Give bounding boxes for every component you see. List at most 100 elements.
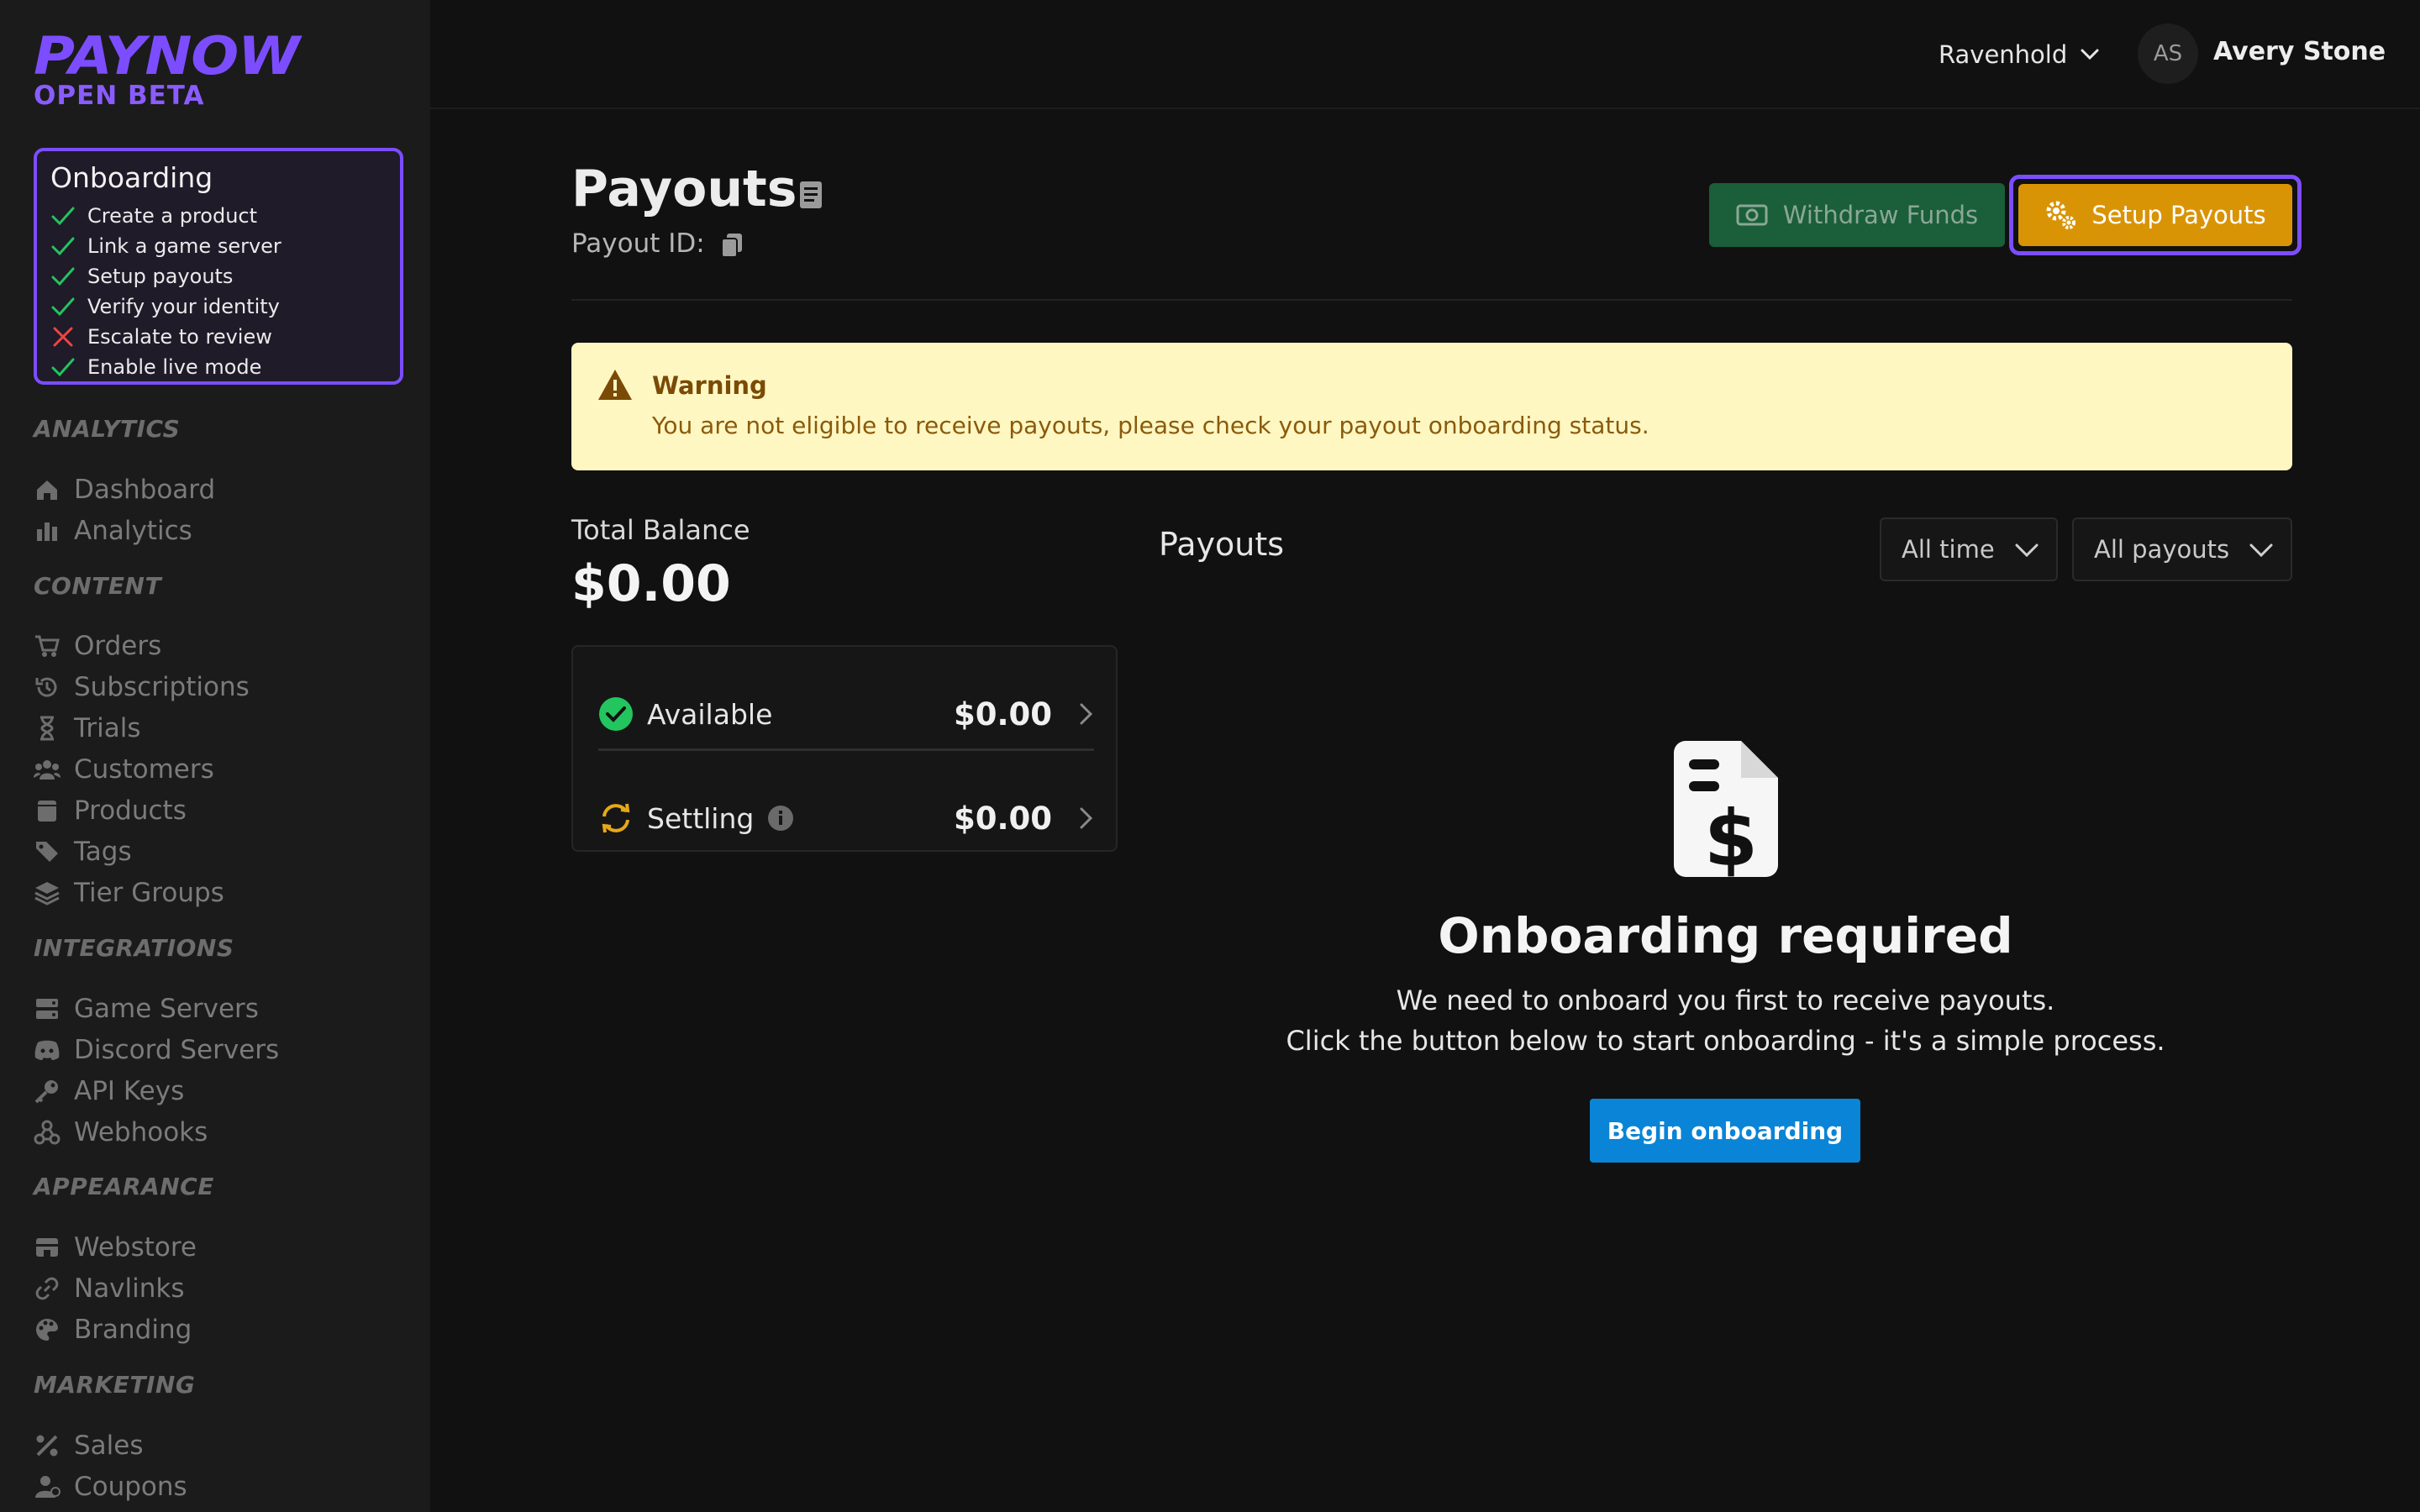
warning-message: You are not eligible to receive payouts,…: [652, 412, 1649, 439]
empty-state-line-1: We need to onboard you first to receive …: [1396, 984, 2055, 1016]
onboarding-title: Onboarding: [50, 161, 213, 194]
header-divider: [571, 299, 2292, 301]
begin-onboarding-button[interactable]: Begin onboarding: [1590, 1099, 1860, 1163]
check-icon: [51, 297, 75, 317]
sidebar-item-label: Coupons: [74, 1472, 187, 1502]
top-bar: Ravenhold AS Avery Stone: [430, 0, 2420, 109]
sidebar-item-sales[interactable]: Sales: [34, 1426, 144, 1465]
nav-section-title: INTEGRATIONS: [34, 934, 234, 962]
tags-icon: [36, 842, 58, 862]
navlinks-icon: [35, 1277, 59, 1300]
dashboard-icon: [37, 480, 57, 500]
sidebar-item-customers[interactable]: Customers: [34, 750, 214, 789]
onboarding-item[interactable]: Escalate to review: [50, 322, 387, 352]
sidebar: PAYNOW OPEN BETA Onboarding Create a pro…: [0, 0, 430, 1512]
sidebar-item-orders[interactable]: Orders: [34, 627, 161, 665]
total-balance-value: $0.00: [571, 554, 731, 613]
sidebar-item-navlinks[interactable]: Navlinks: [34, 1269, 185, 1308]
check-circle-icon: [599, 697, 633, 731]
invoice-dollar-icon: $: [1674, 741, 1778, 879]
check-icon: [51, 207, 75, 226]
gears-icon: [2046, 201, 2076, 229]
brand-tag: OPEN BETA: [34, 81, 205, 111]
trials-icon: [40, 716, 54, 741]
settling-row[interactable]: Settling $0.00: [598, 785, 1094, 852]
sidebar-item-label: Subscriptions: [74, 672, 250, 702]
payouts-heading: Payouts: [1159, 526, 1285, 563]
money-icon: [1736, 204, 1768, 226]
payout-type-filter-value: All payouts: [2094, 535, 2230, 564]
check-icon: [51, 237, 75, 256]
onboarding-item[interactable]: Link a game server: [50, 231, 387, 261]
avatar[interactable]: AS: [2138, 24, 2198, 84]
time-filter-value: All time: [1902, 535, 1995, 564]
sales-icon: [36, 1435, 58, 1457]
sidebar-item-game-servers[interactable]: Game Servers: [34, 990, 259, 1028]
store-name: Ravenhold: [1939, 40, 2068, 69]
discord-servers-icon: [34, 1040, 60, 1060]
onboarding-item[interactable]: Setup payouts: [50, 261, 387, 291]
onboarding-item-label: Enable live mode: [87, 355, 262, 379]
setup-payouts-button[interactable]: Setup Payouts: [2018, 184, 2292, 246]
webstore-icon: [36, 1238, 58, 1257]
onboarding-item-label: Link a game server: [87, 234, 281, 258]
sidebar-item-webstore[interactable]: Webstore: [34, 1228, 197, 1267]
payout-type-filter-select[interactable]: All payouts: [2072, 517, 2292, 581]
empty-state-title: Onboarding required: [1438, 907, 2013, 964]
warning-triangle-icon: [598, 370, 632, 400]
payout-id-label: Payout ID:: [571, 228, 705, 259]
sidebar-item-discord-servers[interactable]: Discord Servers: [34, 1031, 279, 1069]
brand-logo[interactable]: PAYNOW: [34, 25, 300, 87]
available-row[interactable]: Available $0.00: [598, 680, 1094, 748]
sidebar-item-subscriptions[interactable]: Subscriptions: [34, 668, 250, 706]
sidebar-item-label: Navlinks: [74, 1273, 185, 1304]
setup-payouts-label: Setup Payouts: [2091, 201, 2266, 229]
tier-groups-icon: [34, 882, 60, 906]
book-icon[interactable]: [798, 180, 825, 210]
info-icon[interactable]: [767, 805, 794, 832]
sidebar-item-coupons[interactable]: Coupons: [34, 1467, 187, 1506]
onboarding-item[interactable]: Verify your identity: [50, 291, 387, 322]
svg-text:$: $: [1704, 794, 1758, 879]
sidebar-item-branding[interactable]: Branding: [34, 1310, 192, 1349]
onboarding-item-label: Escalate to review: [87, 325, 272, 349]
time-filter-select[interactable]: All time: [1880, 517, 2058, 581]
user-name[interactable]: Avery Stone: [2213, 37, 2386, 66]
sidebar-item-webhooks[interactable]: Webhooks: [34, 1113, 208, 1152]
onboarding-item-label: Create a product: [87, 204, 258, 228]
sidebar-item-trials[interactable]: Trials: [34, 709, 141, 748]
nav-section-title: APPEARANCE: [34, 1173, 214, 1200]
analytics-icon: [37, 522, 57, 541]
sidebar-item-api-keys[interactable]: API Keys: [34, 1072, 184, 1110]
empty-state-line-2: Click the button below to start onboardi…: [1286, 1025, 2165, 1057]
sidebar-item-dashboard[interactable]: Dashboard: [34, 470, 215, 509]
onboarding-item[interactable]: Create a product: [50, 201, 387, 231]
nav-section-title: CONTENT: [34, 572, 162, 600]
withdraw-funds-button[interactable]: Withdraw Funds: [1709, 183, 2005, 247]
sidebar-item-label: Tags: [74, 837, 132, 867]
onboarding-item[interactable]: Enable live mode: [50, 352, 387, 382]
copy-icon[interactable]: [719, 232, 744, 259]
sidebar-item-tags[interactable]: Tags: [34, 832, 132, 871]
sidebar-item-products[interactable]: Products: [34, 791, 187, 830]
settling-label: Settling: [647, 801, 755, 835]
sidebar-item-label: Orders: [74, 631, 162, 661]
nav-section-title: ANALYTICS: [34, 415, 181, 443]
chevron-right-icon: [1080, 807, 1093, 829]
available-amount: $0.00: [953, 696, 1052, 732]
game-servers-icon: [36, 999, 58, 1019]
onboarding-item-label: Setup payouts: [87, 265, 234, 288]
sidebar-item-label: Webstore: [74, 1232, 197, 1263]
orders-icon: [35, 635, 60, 657]
sidebar-item-label: Game Servers: [74, 994, 259, 1024]
sidebar-item-tier-groups[interactable]: Tier Groups: [34, 874, 224, 912]
sidebar-item-label: Discord Servers: [74, 1035, 280, 1065]
products-icon: [38, 801, 56, 822]
sidebar-item-label: Branding: [74, 1315, 192, 1345]
store-selector[interactable]: Ravenhold: [1939, 34, 2099, 76]
nav-section-title: MARKETING: [34, 1371, 196, 1399]
refresh-icon: [602, 803, 630, 833]
onboarding-checklist[interactable]: Onboarding Create a product Link a game s…: [34, 148, 403, 385]
sidebar-item-label: Webhooks: [74, 1117, 208, 1147]
sidebar-item-analytics[interactable]: Analytics: [34, 512, 192, 550]
